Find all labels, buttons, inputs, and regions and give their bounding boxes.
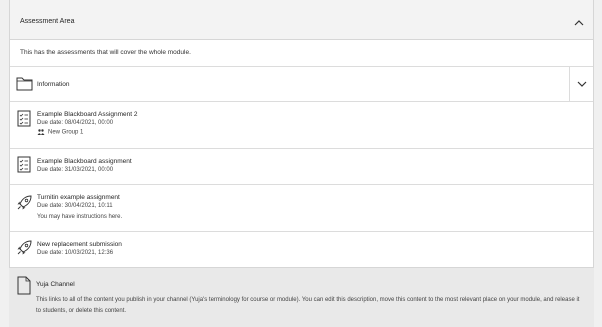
due-date: Due date: 31/03/2021, 00:00 (37, 167, 114, 173)
group-label: New Group 1 (37, 129, 83, 136)
item-title[interactable]: Turnitin example assignment (37, 194, 120, 201)
folder-title[interactable]: Information (37, 81, 70, 88)
list-item[interactable]: New replacement submission Due date: 10/… (10, 232, 593, 267)
group-icon (37, 129, 45, 135)
section-description: This has the assessments that will cover… (20, 49, 191, 56)
item-title[interactable]: Example Blackboard assignment (37, 158, 132, 165)
yuja-channel-item[interactable]: Yuja Channel This links to all of the co… (9, 268, 594, 327)
group-name: New Group 1 (48, 129, 84, 136)
chevron-up-icon[interactable] (573, 15, 585, 26)
rocket-icon (16, 194, 33, 211)
yuja-title[interactable]: Yuja Channel (36, 281, 75, 288)
list-item[interactable]: Example Blackboard assignment Due date: … (10, 149, 593, 184)
assignment-icon (16, 156, 33, 173)
item-title[interactable]: Example Blackboard Assignment 2 (37, 111, 137, 118)
chevron-down-icon (577, 81, 587, 87)
due-date: Due date: 10/03/2021, 12:36 (37, 250, 114, 256)
item-note: You may have instructions here. (37, 214, 123, 220)
yuja-description: This links to all of the content you pub… (36, 297, 580, 314)
due-date: Due date: 30/04/2021, 10:11 (37, 203, 113, 209)
rocket-icon (16, 239, 33, 256)
assessment-area-panel: Assessment Area This has the assessments… (9, 0, 594, 268)
folder-icon (16, 76, 33, 93)
assignment-icon (16, 110, 33, 127)
due-date: Due date: 08/04/2021, 00:00 (37, 120, 114, 126)
item-title[interactable]: New replacement submission (37, 241, 122, 248)
list-item[interactable]: Example Blackboard Assignment 2 Due date… (10, 102, 593, 148)
panel-header[interactable]: Assessment Area (10, 0, 593, 40)
list-item[interactable]: Turnitin example assignment Due date: 30… (10, 185, 593, 231)
document-icon (15, 276, 32, 295)
panel-title: Assessment Area (20, 18, 75, 25)
folder-item-information[interactable]: Information (10, 67, 593, 101)
expand-folder-button[interactable] (569, 67, 593, 101)
